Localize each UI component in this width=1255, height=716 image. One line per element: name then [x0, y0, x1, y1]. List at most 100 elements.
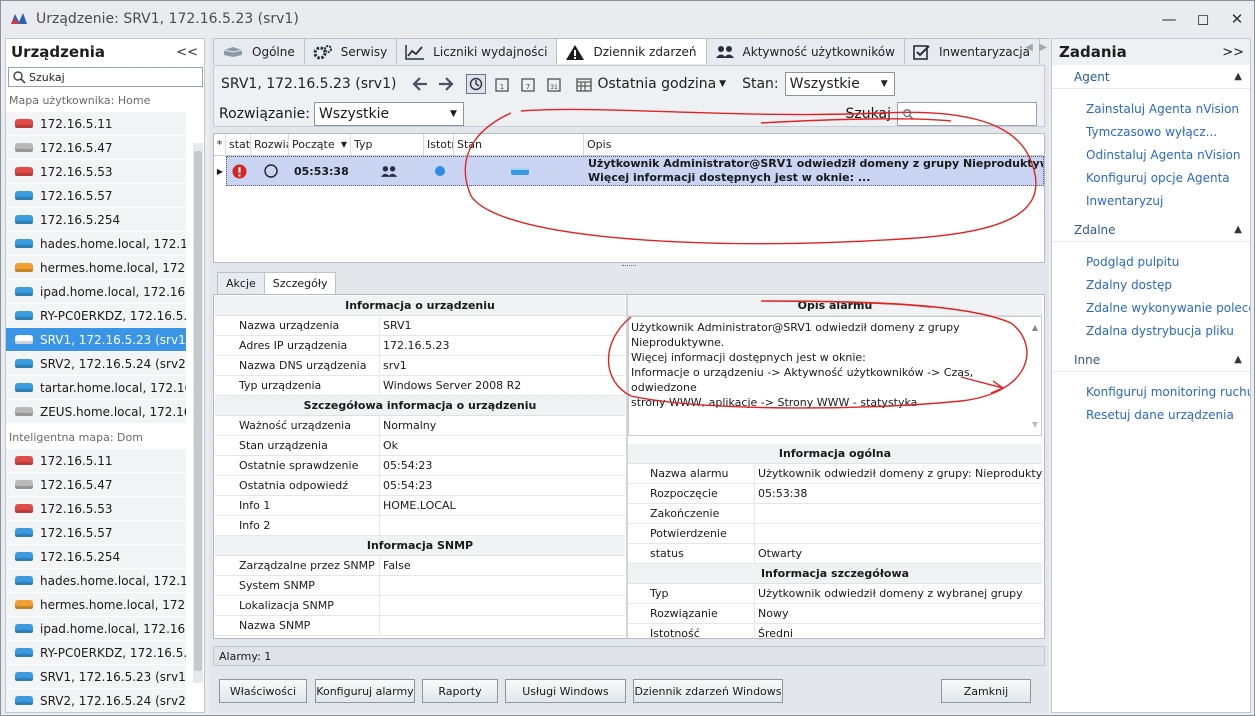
task-link[interactable]: Zainstaluj Agenta nVision	[1052, 97, 1250, 120]
col-stan[interactable]: Stan	[454, 134, 584, 155]
rozwiazanie-dropdown[interactable]: Wszystkie ▼	[313, 102, 464, 126]
stan-dropdown[interactable]: Wszystkie ▼	[784, 72, 895, 96]
tab-ogolne[interactable]: Ogólne	[213, 38, 305, 64]
uslugi-windows-button[interactable]: Usługi Windows	[505, 679, 626, 703]
scrollbar-thumb[interactable]	[194, 151, 202, 671]
task-link[interactable]: Inwentaryzuj	[1052, 189, 1250, 212]
property-row: Typ urządzenia Windows Server 2008 R2	[215, 376, 625, 396]
col-opis[interactable]: Opis	[584, 134, 1044, 155]
back-arrow-icon[interactable]	[410, 74, 430, 94]
calendar-month-icon[interactable]: 31	[544, 74, 564, 94]
device-list-item[interactable]: 172.16.5.57	[6, 521, 186, 545]
device-list-item[interactable]: 172.16.5.57	[6, 184, 186, 208]
tab-inwentaryzacja[interactable]: Inwentaryzacja	[903, 38, 1040, 64]
task-link[interactable]: Tymczasowo wyłącz...	[1052, 120, 1250, 143]
device-list-item[interactable]: SRV1, 172.16.5.23 (srv1)	[6, 665, 186, 689]
device-list-item[interactable]: hermes.home.local, 172.16	[6, 256, 186, 280]
task-link[interactable]: Odinstaluj Agenta nVision	[1052, 143, 1250, 166]
events-grid: * stat Rozwią Począte▼ Typ Istotn Stan O…	[213, 133, 1045, 263]
tab-szczegoly[interactable]: Szczegóły	[263, 272, 337, 294]
device-list-item[interactable]: hades.home.local, 172.16.5.	[6, 569, 186, 593]
scroll-down-icon[interactable]: ▼	[1032, 417, 1038, 432]
device-list-item[interactable]: ipad.home.local, 172.16.5.4	[6, 617, 186, 641]
raporty-button[interactable]: Raporty	[422, 679, 498, 703]
device-label: 172.16.5.57	[40, 525, 113, 540]
tab-aktywnosc[interactable]: Aktywność użytkowników	[705, 38, 905, 64]
calendar-day-icon[interactable]: 1	[492, 74, 512, 94]
task-link[interactable]: Zdalne wykonywanie poleceń	[1052, 296, 1250, 319]
device-list-item[interactable]: ipad.home.local, 172.16.5.4	[6, 280, 186, 304]
dziennik-windows-button[interactable]: Dziennik zdarzeń Windows	[633, 679, 783, 703]
sort-down-icon: ▼	[340, 140, 347, 149]
device-list-item[interactable]: SRV2, 172.16.5.24 (srv2)	[6, 352, 186, 376]
minimize-icon[interactable]: —	[1152, 1, 1186, 37]
device-list-item[interactable]: 172.16.5.254	[6, 208, 186, 232]
col-stat[interactable]: stat	[226, 134, 251, 155]
scroll-up-icon[interactable]: ▲	[1032, 320, 1038, 335]
task-link[interactable]: Podgląd pulpitu	[1052, 250, 1250, 273]
app-window: Urządzenie: SRV1, 172.16.5.23 (srv1) — ◻…	[0, 0, 1255, 716]
device-list-item[interactable]: 172.16.5.47	[6, 473, 186, 497]
col-rozwiazanie[interactable]: Rozwią	[251, 134, 289, 155]
task-link[interactable]: Konfiguruj opcje Agenta	[1052, 166, 1250, 189]
tab-serwisy[interactable]: Serwisy	[303, 38, 398, 64]
task-link[interactable]: Resetuj dane urządzenia	[1052, 403, 1250, 426]
task-section-header[interactable]: Agent ▲	[1052, 65, 1250, 89]
device-list-item[interactable]: hermes.home.local, 172.16	[6, 593, 186, 617]
splitter-handle[interactable]	[213, 264, 1045, 270]
collapse-left-button[interactable]: <<	[176, 45, 198, 60]
device-list-item[interactable]: 172.16.5.254	[6, 545, 186, 569]
device-list-item[interactable]: tartar.home.local, 172.16.5	[6, 376, 186, 400]
devices-search-input[interactable]: Szukaj	[8, 67, 203, 87]
device-list-item[interactable]: 172.16.5.53	[6, 497, 186, 521]
tab-liczniki[interactable]: Liczniki wydajności	[396, 38, 558, 64]
property-value: SRV1	[383, 319, 412, 332]
task-link[interactable]: Zdalny dostęp	[1052, 273, 1250, 296]
property-key: Lokalizacja SNMP	[215, 596, 380, 615]
left-scrollbar[interactable]	[193, 143, 203, 683]
konfiguruj-alarmy-button[interactable]: Konfiguruj alarmy	[315, 679, 415, 703]
device-list-item[interactable]: 172.16.5.53	[6, 160, 186, 184]
close-icon[interactable]: ✕	[1220, 1, 1254, 37]
col-istotnosc[interactable]: Istotn	[424, 134, 454, 155]
chevron-down-icon: ▼	[880, 79, 888, 89]
section-header: Szczegółowa informacja o urządzeniu	[215, 396, 625, 416]
device-list-item[interactable]: SRV2, 172.16.5.24 (srv2)	[6, 689, 186, 712]
device-list-item[interactable]: RY-PC0ERKDZ, 172.16.5.48	[6, 641, 186, 665]
device-icon	[15, 287, 33, 296]
task-link[interactable]: Konfiguruj monitoring ruchu...	[1052, 380, 1250, 403]
collapse-right-button[interactable]: >>	[1222, 45, 1244, 60]
device-list-item[interactable]: 172.16.5.47	[6, 136, 186, 160]
wlasciwosci-button[interactable]: Właściwości	[219, 679, 307, 703]
property-key: Nazwa urządzenia	[215, 316, 380, 335]
live-clock-icon[interactable]	[466, 74, 487, 94]
maximize-icon[interactable]: ◻	[1186, 1, 1220, 37]
device-list-item[interactable]: hades.home.local, 172.16.5.	[6, 232, 186, 256]
device-list-item[interactable]: ZEUS.home.local, 172.16.5	[6, 400, 186, 424]
table-row[interactable]: 05:53:38 Użytkownik Administrator@SRV1 o…	[226, 156, 1044, 186]
task-section-title: Agent	[1074, 69, 1110, 84]
alarm-description[interactable]: Użytkownik Administrator@SRV1 odwiedził …	[628, 316, 1042, 436]
window-title: Urządzenie: SRV1, 172.16.5.23 (srv1)	[36, 11, 299, 27]
device-icon	[15, 552, 33, 561]
device-list-item[interactable]: SRV1, 172.16.5.23 (srv1)	[6, 328, 186, 352]
task-section-header[interactable]: Zdalne ▲	[1052, 218, 1250, 242]
property-key: Nazwa SNMP	[215, 616, 380, 635]
event-search-input[interactable]	[897, 102, 1037, 126]
range-dropdown[interactable]: Ostatnia godzina ▼	[576, 76, 726, 92]
device-list-item[interactable]: RY-PC0ERKDZ, 172.16.5.48	[6, 304, 186, 328]
tab-akcje[interactable]: Akcje	[217, 272, 265, 294]
property-value	[380, 576, 625, 595]
task-section-header[interactable]: Inne ▲	[1052, 348, 1250, 372]
tab-dziennik[interactable]: Dziennik zdarzeń	[556, 38, 707, 64]
property-row: Nazwa SNMP	[215, 616, 625, 636]
forward-arrow-icon[interactable]	[436, 74, 456, 94]
zamknij-button[interactable]: Zamknij	[941, 679, 1031, 703]
device-list-item[interactable]: 172.16.5.11	[6, 112, 186, 136]
col-poczatek[interactable]: Począte ▼	[289, 134, 351, 155]
col-typ[interactable]: Typ	[351, 134, 424, 155]
tab-scroll-arrows[interactable]: ◀ ▶	[1025, 42, 1047, 53]
task-link[interactable]: Zdalna dystrybucja pliku	[1052, 319, 1250, 342]
calendar-week-icon[interactable]: 7	[518, 74, 538, 94]
device-list-item[interactable]: 172.16.5.11	[6, 449, 186, 473]
